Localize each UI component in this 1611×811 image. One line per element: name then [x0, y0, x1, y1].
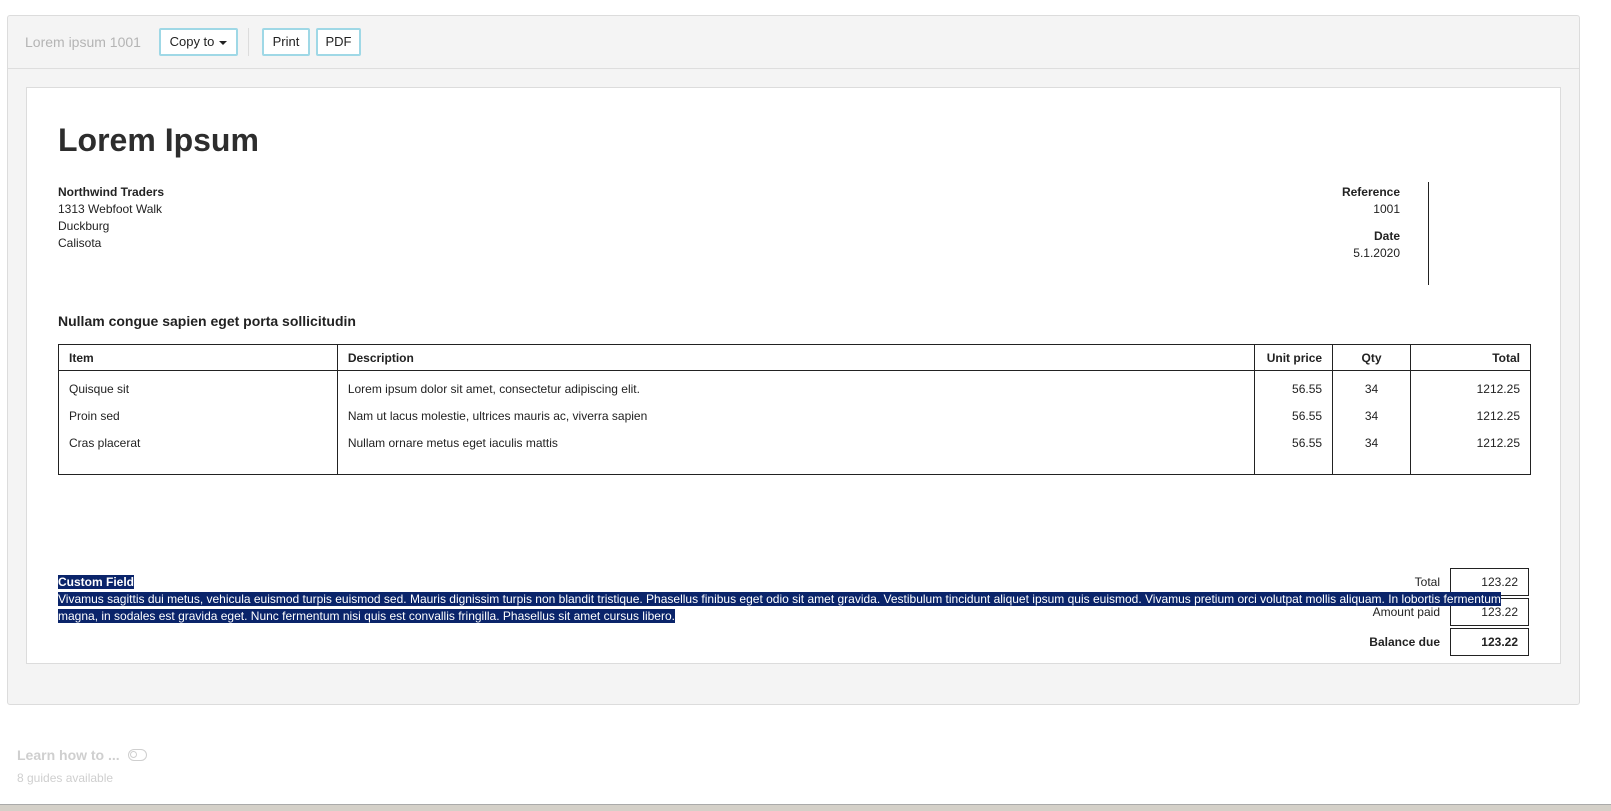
line-items-table: Item Description Unit price Qty Total Qu… [58, 344, 1531, 475]
balance-due-label: Balance due [1369, 635, 1440, 649]
table-row: Quisque sit Lorem ipsum dolor sit amet, … [58, 370, 1531, 402]
cell-total: 1212.25 [1410, 429, 1531, 456]
reference-label: Reference [1341, 185, 1400, 199]
cell-qty: 34 [1332, 370, 1412, 402]
cell-total: 1212.25 [1410, 370, 1531, 402]
cell-item: Proin sed [58, 402, 338, 429]
reference-value: 1001 [1373, 202, 1400, 216]
table-row: Proin sed Nam ut lacus molestie, ultrice… [58, 402, 1531, 429]
header-unit-price: Unit price [1254, 344, 1334, 371]
cell-total: 1212.25 [1410, 402, 1531, 429]
sender-street: 1313 Webfoot Walk [58, 202, 163, 216]
cell-item: Cras placerat [58, 429, 338, 456]
cell-unit-price: 56.55 [1254, 402, 1334, 429]
sender-region: Calisota [58, 236, 102, 250]
sender-city: Duckburg [58, 219, 110, 233]
invoice-meta: Reference 1001 Date 5.1.2020 [1247, 184, 1400, 262]
copy-to-button[interactable]: Copy to [159, 28, 238, 56]
date-label: Date [1373, 229, 1400, 243]
cell-unit-price: 56.55 [1254, 429, 1334, 456]
copy-to-label: Copy to [169, 34, 215, 49]
toolbar: Lorem ipsum 1001 Copy to Print PDF [8, 16, 1579, 69]
invoice-document: Lorem Ipsum Northwind Traders 1313 Webfo… [26, 87, 1561, 664]
invoice-subject: Nullam congue sapien eget porta sollicit… [58, 313, 356, 329]
meta-divider [1428, 182, 1429, 285]
learn-how-to[interactable]: Learn how to ... [17, 746, 147, 764]
header-item: Item [58, 344, 338, 371]
custom-field-text: Vivamus sagittis dui metus, vehicula eui… [58, 592, 1501, 623]
cell-qty: 34 [1332, 429, 1412, 456]
toolbar-separator [248, 28, 249, 56]
cell-unit-price: 56.55 [1254, 370, 1334, 402]
pdf-button[interactable]: PDF [316, 28, 361, 56]
print-button[interactable]: Print [262, 28, 310, 56]
cell-qty: 34 [1332, 402, 1412, 429]
date-value: 5.1.2020 [1353, 246, 1400, 260]
balance-due-value: 123.22 [1450, 628, 1529, 656]
invoice-title: Lorem Ipsum [58, 122, 259, 158]
cell-description: Lorem ipsum dolor sit amet, consectetur … [336, 370, 1256, 402]
document-title-label: Lorem ipsum 1001 [25, 34, 141, 50]
header-description: Description [336, 344, 1256, 371]
cell-description: Nam ut lacus molestie, ultrices mauris a… [336, 402, 1256, 429]
custom-field-section: Custom Field Vivamus sagittis dui metus,… [58, 574, 1508, 625]
document-panel: Lorem ipsum 1001 Copy to Print PDF Lorem… [7, 15, 1580, 705]
learn-how-to-label: Learn how to ... [17, 746, 120, 763]
guides-available-label: 8 guides available [17, 771, 114, 785]
totals-row-balance: Balance due 123.22 [1327, 628, 1529, 656]
table-filler-row [58, 456, 1531, 475]
custom-field-label: Custom Field [58, 575, 135, 589]
caret-down-icon [219, 40, 228, 45]
table-header-row: Item Description Unit price Qty Total [58, 344, 1531, 371]
cell-description: Nullam ornare metus eget iaculis mattis [336, 429, 1256, 456]
table-row: Cras placerat Nullam ornare metus eget i… [58, 429, 1531, 456]
sender-name: Northwind Traders [58, 185, 165, 199]
toggle-icon[interactable] [127, 748, 147, 761]
header-qty: Qty [1332, 344, 1412, 371]
header-total: Total [1410, 344, 1531, 371]
sender-address: Northwind Traders 1313 Webfoot Walk Duck… [58, 184, 164, 252]
cell-item: Quisque sit [58, 370, 338, 402]
